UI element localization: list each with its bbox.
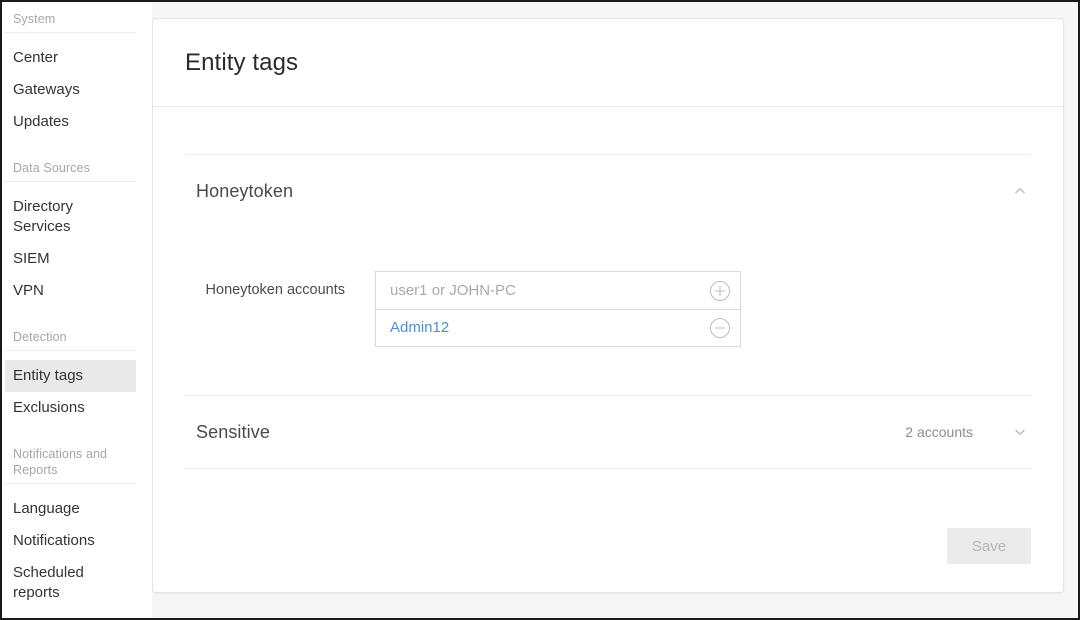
honeytoken-accounts-label: Honeytoken accounts [205, 282, 345, 298]
circle-plus-icon[interactable] [710, 280, 730, 301]
nav-group-label-system: System [5, 11, 136, 33]
sensitive-accounts-count: 2 accounts [905, 424, 973, 440]
app-root: System Center Gateways Updates Data Sour… [2, 2, 1078, 618]
honeytoken-accounts-input-row[interactable]: user1 or JOHN-PC [376, 272, 740, 309]
page-title: Entity tags [185, 48, 299, 76]
nav-group-system: System Center Gateways Updates [2, 11, 152, 138]
sidebar-item-siem[interactable]: SIEM [5, 243, 136, 275]
sidebar-item-notifications[interactable]: Notifications [5, 525, 136, 557]
honeytoken-account-entry-row[interactable]: Admin12 [376, 309, 740, 346]
section-header-sensitive[interactable]: Sensitive 2 accounts [185, 396, 1031, 468]
nav-group-notifications-and-reports: Notifications and Reports Language Notif… [2, 446, 152, 609]
section-header-honeytoken[interactable]: Honeytoken [185, 155, 1031, 227]
save-button[interactable]: Save [947, 528, 1031, 564]
honeytoken-accounts-tag-box: user1 or JOHN-PC Admin12 [375, 271, 741, 347]
chevron-up-icon[interactable] [1009, 180, 1031, 202]
settings-sidebar: System Center Gateways Updates Data Sour… [2, 2, 152, 618]
section-title-honeytoken: Honeytoken [196, 180, 294, 201]
card-footer: Save [153, 528, 1063, 592]
sidebar-item-language[interactable]: Language [5, 493, 136, 525]
nav-group-label-data-sources: Data Sources [5, 160, 136, 182]
card-header: Entity tags [153, 19, 1063, 107]
card-body: Honeytoken Honeytoken accounts user1 or … [153, 107, 1063, 528]
nav-group-label-notifications-and-reports: Notifications and Reports [5, 446, 136, 484]
sidebar-item-exclusions[interactable]: Exclusions [5, 392, 136, 424]
sidebar-item-entity-tags[interactable]: Entity tags [5, 360, 136, 392]
sidebar-item-vpn[interactable]: VPN [5, 275, 136, 307]
sidebar-item-directory-services[interactable]: Directory Services [5, 191, 136, 243]
main-content-area: Entity tags Honeytoken Honeytoken accoun… [152, 2, 1078, 618]
nav-group-detection: Detection Entity tags Exclusions [2, 329, 152, 424]
honeytoken-accounts-input[interactable]: user1 or JOHN-PC [390, 282, 710, 300]
section-divider-below-sensitive [185, 468, 1031, 469]
nav-group-label-detection: Detection [5, 329, 136, 351]
section-title-sensitive: Sensitive [196, 421, 270, 442]
sidebar-item-scheduled-reports[interactable]: Scheduled reports [5, 557, 136, 609]
settings-card: Entity tags Honeytoken Honeytoken accoun… [152, 18, 1064, 593]
honeytoken-account-value: Admin12 [390, 319, 450, 336]
chevron-down-icon[interactable] [1009, 421, 1031, 443]
sidebar-item-center[interactable]: Center [5, 42, 136, 74]
nav-group-data-sources: Data Sources Directory Services SIEM VPN [2, 160, 152, 307]
sidebar-item-gateways[interactable]: Gateways [5, 74, 136, 106]
field-row-honeytoken-accounts: Honeytoken accounts user1 or JOHN-PC Adm… [185, 227, 1031, 395]
sidebar-item-updates[interactable]: Updates [5, 106, 136, 138]
circle-minus-icon[interactable] [710, 318, 730, 338]
